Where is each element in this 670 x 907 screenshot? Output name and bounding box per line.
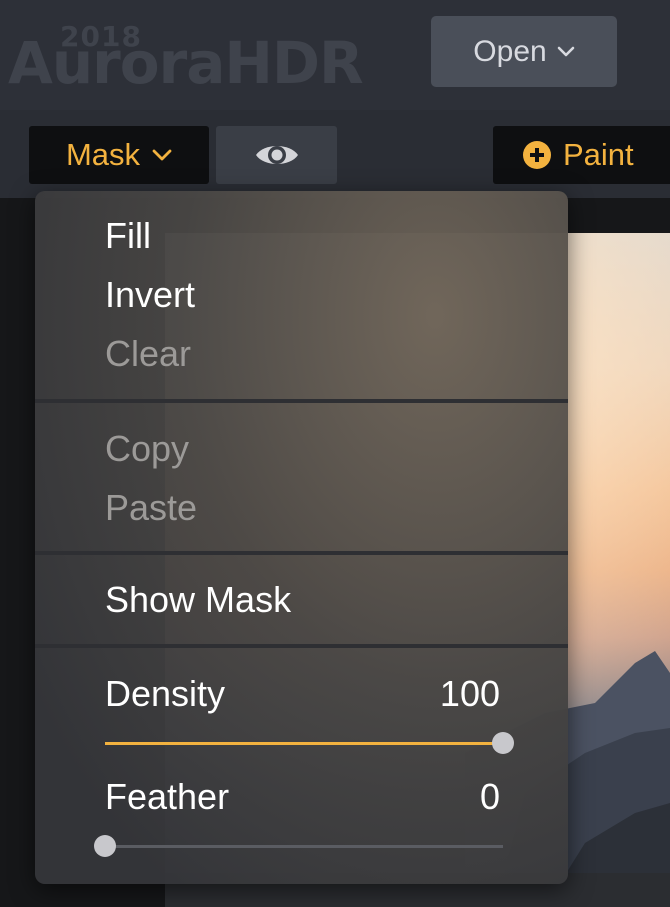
logo-wordmark: AuroraHDR — [8, 29, 364, 97]
menu-separator — [35, 644, 568, 648]
density-slider[interactable] — [105, 732, 514, 754]
menu-item-copy[interactable]: Copy — [105, 431, 189, 467]
paint-button-label: Paint — [563, 137, 634, 172]
open-button[interactable]: Open — [431, 16, 617, 87]
chevron-down-icon — [557, 46, 574, 56]
menu-item-paste[interactable]: Paste — [105, 490, 197, 526]
density-slider-fill — [105, 742, 503, 745]
density-label: Density — [105, 673, 226, 714]
menu-item-fill[interactable]: Fill — [105, 218, 151, 254]
menu-separator — [35, 399, 568, 403]
show-mask-toggle-button[interactable] — [216, 126, 337, 184]
eye-icon — [255, 146, 298, 164]
menu-item-show-mask[interactable]: Show Mask — [105, 582, 291, 618]
density-slider-thumb[interactable] — [492, 732, 514, 754]
density-value: 100 — [439, 673, 500, 714]
app-header: 2018 AuroraHDR Open — [0, 0, 670, 110]
mask-dropdown-button[interactable]: Mask — [29, 126, 209, 184]
toolbar: Mask Paint — [0, 110, 670, 198]
menu-item-invert[interactable]: Invert — [105, 277, 195, 313]
open-button-label: Open — [473, 34, 547, 68]
mask-menu: Fill Invert Clear Copy Paste Show Mask D… — [35, 191, 568, 884]
menu-item-clear[interactable]: Clear — [105, 336, 191, 372]
feather-label: Feather — [105, 776, 230, 817]
paint-button[interactable]: Paint — [493, 126, 670, 184]
chevron-down-icon — [152, 149, 172, 161]
mask-button-label: Mask — [65, 137, 141, 172]
plus-circle-icon — [523, 141, 551, 169]
feather-slider[interactable] — [94, 835, 503, 857]
feather-slider-thumb[interactable] — [94, 835, 116, 857]
app-logo: 2018 AuroraHDR — [8, 18, 364, 92]
feather-value: 0 — [479, 776, 500, 817]
menu-separator — [35, 551, 568, 555]
